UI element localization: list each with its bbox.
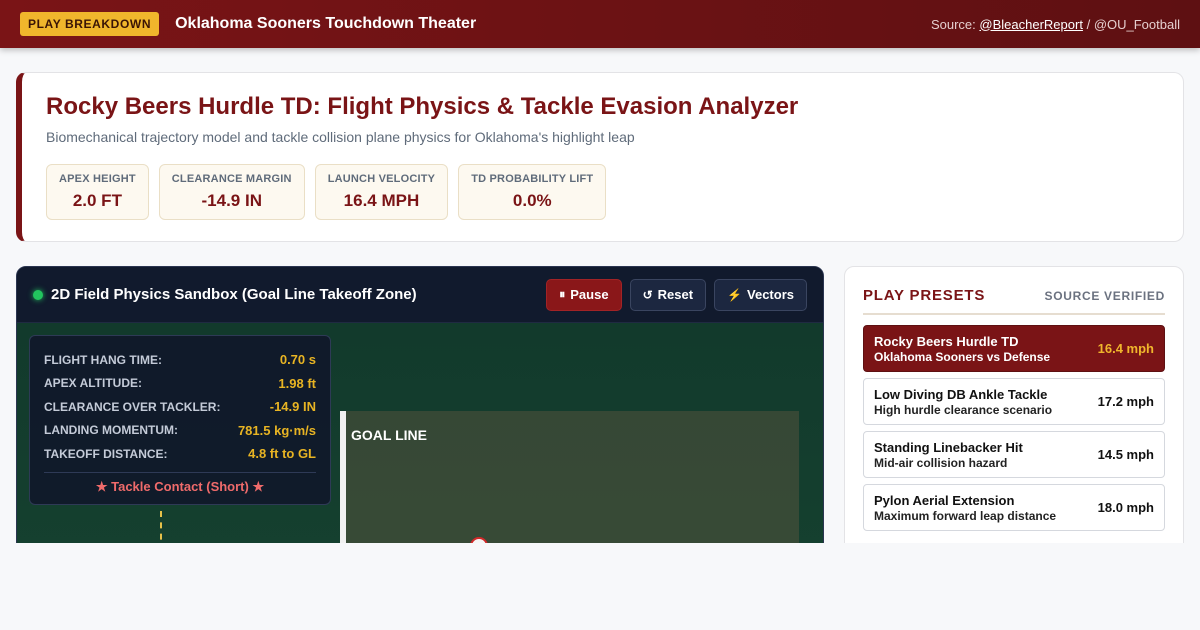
source-separator: /: [1086, 16, 1091, 32]
preset-speed: 18.0 mph: [1097, 500, 1154, 515]
preset-standing-linebacker[interactable]: Standing Linebacker Hit Mid-air collisio…: [863, 431, 1165, 478]
preset-pylon-aerial[interactable]: Pylon Aerial Extension Maximum forward l…: [863, 484, 1165, 531]
stat-label: TD PROBABILITY LIFT: [471, 173, 594, 185]
play-presets-panel: PLAY PRESETS SOURCE VERIFIED Rocky Beers…: [844, 266, 1184, 556]
sandbox-controls: ⏸ Pause ↺ Reset ⚡ Vectors: [546, 278, 807, 311]
stat-launch-velocity: LAUNCH VELOCITY 16.4 MPH: [314, 164, 449, 220]
lightning-icon: ⚡: [727, 287, 743, 302]
preset-desc: Mid-air collision hazard: [874, 455, 1008, 470]
readout-value: 4.8 ft to GL: [248, 446, 316, 462]
presets-title: PLAY PRESETS: [863, 287, 986, 304]
readout-value: 781.5 kg·m/s: [237, 422, 316, 438]
page-background: [0, 543, 1200, 630]
pause-icon: ⏸: [559, 287, 566, 301]
preset-texts: Standing Linebacker Hit Mid-air collisio…: [874, 440, 1098, 470]
pause-label: Pause: [570, 287, 609, 302]
stat-td-probability-lift: TD PROBABILITY LIFT 0.0%: [458, 164, 607, 220]
readout-label: CLEARANCE OVER TACKLER:: [44, 399, 221, 414]
preset-texts: Pylon Aerial Extension Maximum forward l…: [874, 493, 1098, 523]
top-bar: PLAY BREAKDOWN Oklahoma Sooners Touchdow…: [0, 0, 1200, 48]
readout-row-landing-momentum: LANDING MOMENTUM: 781.5 kg·m/s: [44, 419, 316, 443]
preset-desc: High hurdle clearance scenario: [874, 402, 1053, 417]
stat-value: -14.9 IN: [201, 191, 262, 210]
reset-label: Reset: [657, 287, 694, 302]
source-link-bleacher-report[interactable]: @BleacherReport: [979, 17, 1083, 32]
presets-header: PLAY PRESETS SOURCE VERIFIED: [863, 287, 1165, 315]
preset-rocky-beers-hurdle[interactable]: Rocky Beers Hurdle TD Oklahoma Sooners v…: [863, 325, 1165, 372]
source-secondary: @OU_Football: [1093, 16, 1180, 32]
stat-label: LAUNCH VELOCITY: [327, 173, 436, 185]
readout-value: 0.70 s: [279, 352, 316, 368]
source-prefix: Source:: [930, 16, 976, 32]
preset-texts: Low Diving DB Ankle Tackle High hurdle c…: [874, 387, 1098, 417]
stat-label: APEX HEIGHT: [59, 173, 136, 185]
play-breakdown-tag: PLAY BREAKDOWN: [20, 12, 160, 36]
preset-speed: 16.4 mph: [1097, 341, 1154, 356]
page-title: Rocky Beers Hurdle TD: Flight Physics & …: [46, 93, 799, 120]
stat-row: APEX HEIGHT 2.0 FT CLEARANCE MARGIN -14.…: [46, 164, 1159, 220]
readout-label: FLIGHT HANG TIME:: [44, 352, 162, 367]
preset-name: Rocky Beers Hurdle TD: [874, 333, 1019, 349]
reset-icon: ↺: [642, 287, 653, 302]
preset-desc: Maximum forward leap distance: [874, 508, 1057, 523]
readout-row-clearance: CLEARANCE OVER TACKLER: -14.9 IN: [44, 395, 316, 419]
presets-list: Rocky Beers Hurdle TD Oklahoma Sooners v…: [863, 325, 1165, 531]
preset-low-diving-db[interactable]: Low Diving DB Ankle Tackle High hurdle c…: [863, 378, 1165, 425]
flight-readout-panel: FLIGHT HANG TIME: 0.70 s APEX ALTITUDE: …: [29, 335, 331, 505]
preset-desc: Oklahoma Sooners vs Defense: [874, 349, 1051, 364]
page-subtitle: Biomechanical trajectory model and tackl…: [46, 129, 635, 145]
preset-speed: 17.2 mph: [1097, 394, 1154, 409]
app-title: Oklahoma Sooners Touchdown Theater: [175, 15, 477, 32]
header-card: Rocky Beers Hurdle TD: Flight Physics & …: [16, 72, 1184, 242]
preset-texts: Rocky Beers Hurdle TD Oklahoma Sooners v…: [874, 334, 1098, 364]
field-canvas[interactable]: GOAL LINE FLIGHT HANG TIME: 0.70 s APEX …: [17, 323, 823, 555]
sandbox-header: 2D Field Physics Sandbox (Goal Line Take…: [17, 267, 823, 323]
preset-name: Standing Linebacker Hit: [874, 439, 1023, 455]
readout-row-takeoff-distance: TAKEOFF DISTANCE: 4.8 ft to GL: [44, 442, 316, 466]
readout-label: TAKEOFF DISTANCE:: [44, 446, 168, 461]
preset-name: Low Diving DB Ankle Tackle: [874, 386, 1048, 402]
stat-value: 16.4 MPH: [343, 191, 420, 210]
sandbox-title: 2D Field Physics Sandbox (Goal Line Take…: [51, 286, 417, 303]
preset-name: Pylon Aerial Extension: [874, 492, 1015, 508]
stat-value: 2.0 FT: [72, 191, 122, 210]
vectors-button[interactable]: ⚡ Vectors: [714, 278, 807, 311]
pause-button[interactable]: ⏸ Pause: [546, 278, 622, 311]
vectors-label: Vectors: [747, 287, 794, 302]
stat-value: 0.0%: [512, 191, 552, 210]
physics-sandbox: 2D Field Physics Sandbox (Goal Line Take…: [16, 266, 824, 556]
readout-row-hang-time: FLIGHT HANG TIME: 0.70 s: [44, 348, 316, 372]
readout-label: APEX ALTITUDE:: [44, 376, 142, 391]
stat-apex-height: APEX HEIGHT 2.0 FT: [46, 164, 149, 220]
stat-clearance-margin: CLEARANCE MARGIN -14.9 IN: [158, 164, 305, 220]
stat-label: CLEARANCE MARGIN: [171, 173, 292, 185]
readout-label: LANDING MOMENTUM:: [44, 423, 178, 438]
reset-button[interactable]: ↺ Reset: [629, 278, 707, 311]
readout-value: 1.98 ft: [278, 375, 316, 391]
goal-line-label: GOAL LINE: [351, 427, 427, 443]
tackle-status: ★ Tackle Contact (Short) ★: [95, 478, 265, 494]
source-credit: Source: @BleacherReport / @OU_Football: [931, 17, 1180, 32]
readout-row-apex-altitude: APEX ALTITUDE: 1.98 ft: [44, 372, 316, 396]
live-status-icon: [33, 289, 43, 300]
goal-line: [340, 411, 346, 555]
readout-divider: [44, 471, 316, 473]
source-verified-badge: SOURCE VERIFIED: [1044, 288, 1165, 303]
preset-speed: 14.5 mph: [1097, 447, 1154, 462]
readout-value: -14.9 IN: [269, 399, 316, 415]
